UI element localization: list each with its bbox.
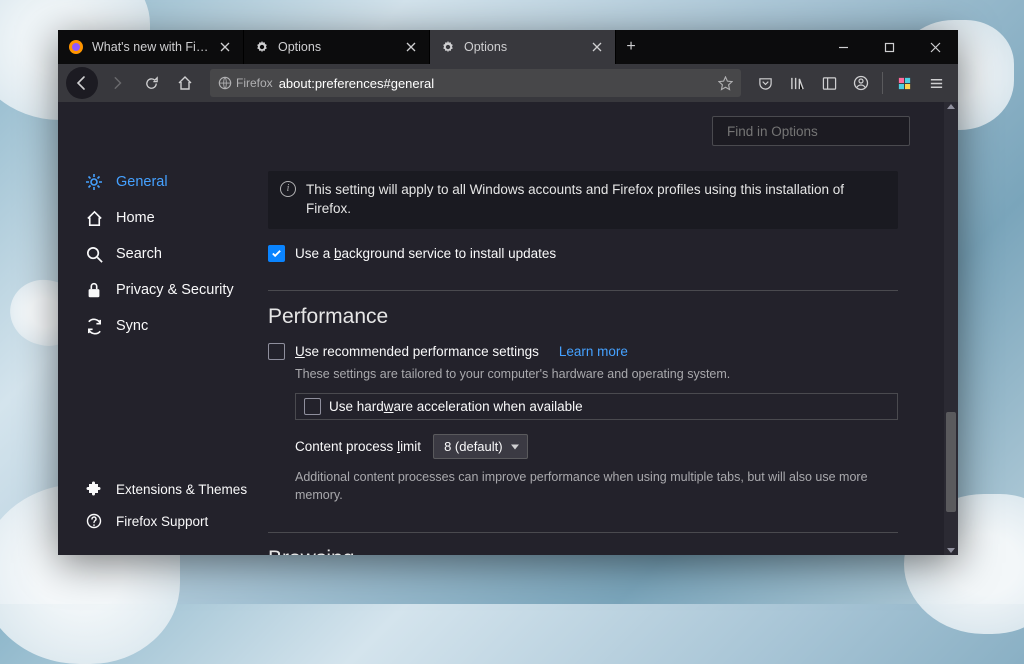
sidebar-item-label: Sync <box>116 318 148 334</box>
sidebar-item-sync[interactable]: Sync <box>84 308 268 344</box>
sidebar-item-label: Privacy & Security <box>116 282 234 298</box>
pocket-icon[interactable] <box>751 76 779 91</box>
preferences-main: i This setting will apply to all Windows… <box>268 102 958 555</box>
back-button[interactable] <box>66 67 98 99</box>
lock-icon <box>84 280 104 300</box>
firefox-window: What's new with Firefox Options Options … <box>58 30 958 555</box>
hardware-accel-checkbox-row[interactable]: Use hardware acceleration when available <box>295 393 898 420</box>
firefox-icon <box>68 39 84 55</box>
scroll-down-icon[interactable] <box>947 548 955 553</box>
help-icon <box>84 511 104 531</box>
checkbox-unchecked-icon[interactable] <box>304 398 321 415</box>
url-bar[interactable]: Firefox about:preferences#general <box>210 69 741 97</box>
checkbox-label: Use recommended performance settings <box>295 344 539 359</box>
info-text: This setting will apply to all Windows a… <box>306 181 886 219</box>
checkbox-unchecked-icon[interactable] <box>268 343 285 360</box>
close-tab-icon[interactable] <box>589 39 605 55</box>
scroll-up-icon[interactable] <box>947 104 955 109</box>
gear-icon <box>84 172 104 192</box>
divider <box>268 290 898 291</box>
browsing-heading: Browsing <box>268 547 898 555</box>
info-icon: i <box>280 181 296 197</box>
separator <box>882 72 883 94</box>
library-icon[interactable] <box>783 76 811 91</box>
nav-toolbar: Firefox about:preferences#general <box>58 64 958 102</box>
account-icon[interactable] <box>847 75 875 91</box>
divider <box>268 532 898 533</box>
recommended-settings-checkbox-row[interactable]: Use recommended performance settings Lea… <box>268 343 898 360</box>
new-tab-button[interactable]: + <box>616 30 646 64</box>
sync-icon <box>84 316 104 336</box>
scroll-thumb[interactable] <box>946 412 956 512</box>
sidebar-item-support[interactable]: Firefox Support <box>84 505 268 537</box>
reload-button[interactable] <box>136 68 166 98</box>
tab-label: Options <box>464 40 581 54</box>
tab-options-active[interactable]: Options <box>430 30 616 64</box>
tab-options-1[interactable]: Options <box>244 30 430 64</box>
process-limit-description: Additional content processes can improve… <box>295 469 898 504</box>
bookmark-star-icon[interactable] <box>718 76 733 91</box>
process-limit-label: Content process limit <box>295 439 421 454</box>
sidebar-item-search[interactable]: Search <box>84 236 268 272</box>
process-limit-row: Content process limit 8 (default) <box>295 434 898 459</box>
tab-label: Options <box>278 40 395 54</box>
checkbox-label: Use a background service to install upda… <box>295 246 556 261</box>
forward-button[interactable] <box>102 68 132 98</box>
sidebar-item-general[interactable]: General <box>84 164 268 200</box>
puzzle-icon <box>84 479 104 499</box>
tab-bar: What's new with Firefox Options Options … <box>58 30 958 64</box>
sidebar-icon[interactable] <box>815 76 843 91</box>
process-limit-select[interactable]: 8 (default) <box>433 434 528 459</box>
sidebar-item-label: Firefox Support <box>116 514 208 529</box>
preferences-sidebar: General Home Search Privacy & Security S… <box>58 102 268 555</box>
find-in-options-search[interactable] <box>712 116 910 146</box>
sidebar-item-label: Extensions & Themes <box>116 482 247 497</box>
sidebar-item-label: Search <box>116 246 162 262</box>
checkbox-label: Use hardware acceleration when available <box>329 399 583 414</box>
background-service-checkbox-row[interactable]: Use a background service to install upda… <box>268 245 898 262</box>
recommended-settings-description: These settings are tailored to your comp… <box>295 366 898 384</box>
close-window-button[interactable] <box>912 30 958 64</box>
sidebar-item-label: Home <box>116 210 155 226</box>
minimize-button[interactable] <box>820 30 866 64</box>
close-tab-icon[interactable] <box>403 39 419 55</box>
maximize-button[interactable] <box>866 30 912 64</box>
scrollbar[interactable] <box>944 102 958 555</box>
gear-icon <box>254 39 270 55</box>
sidebar-item-privacy[interactable]: Privacy & Security <box>84 272 268 308</box>
content-area: General Home Search Privacy & Security S… <box>58 102 958 555</box>
sidebar-item-label: General <box>116 174 168 190</box>
tab-whats-new[interactable]: What's new with Firefox <box>58 30 244 64</box>
home-button[interactable] <box>170 68 200 98</box>
search-icon <box>84 244 104 264</box>
sidebar-item-home[interactable]: Home <box>84 200 268 236</box>
checkbox-checked-icon[interactable] <box>268 245 285 262</box>
extension-icon[interactable] <box>890 76 918 91</box>
learn-more-link[interactable]: Learn more <box>559 344 628 359</box>
identity-box[interactable]: Firefox <box>218 76 273 90</box>
gear-icon <box>440 39 456 55</box>
url-text: about:preferences#general <box>279 76 434 91</box>
sidebar-item-extensions[interactable]: Extensions & Themes <box>84 473 268 505</box>
menu-icon[interactable] <box>922 76 950 91</box>
close-tab-icon[interactable] <box>217 39 233 55</box>
search-input[interactable] <box>727 124 904 139</box>
info-notice: i This setting will apply to all Windows… <box>268 171 898 229</box>
tab-label: What's new with Firefox <box>92 40 209 54</box>
home-icon <box>84 208 104 228</box>
performance-heading: Performance <box>268 305 898 329</box>
